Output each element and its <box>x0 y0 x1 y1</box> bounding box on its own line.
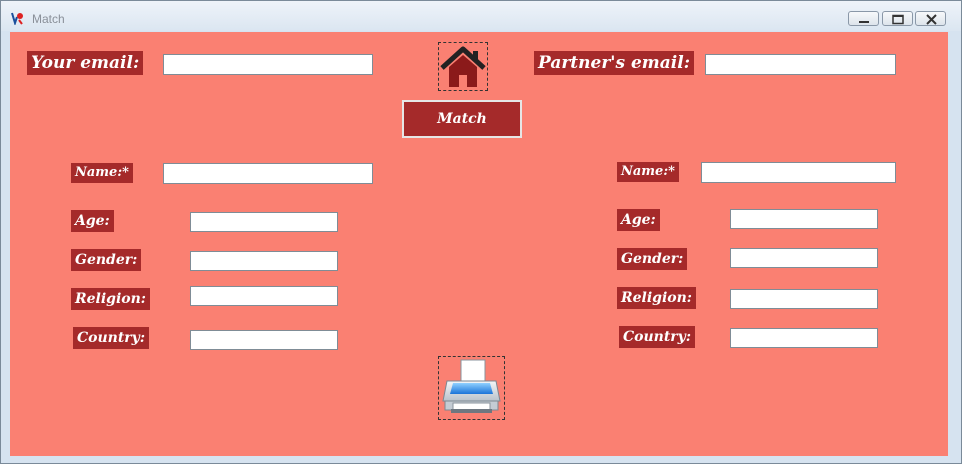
right-age-input[interactable] <box>730 209 878 229</box>
home-icon <box>440 46 486 87</box>
right-gender-input[interactable] <box>730 248 878 268</box>
right-age-label: Age: <box>617 209 660 231</box>
minimize-icon <box>859 21 869 23</box>
left-name-label: Name:* <box>71 163 133 183</box>
left-religion-input[interactable] <box>190 286 338 306</box>
close-icon <box>926 14 937 25</box>
maximize-icon <box>892 14 904 25</box>
left-name-input[interactable] <box>163 163 373 184</box>
window-title: Match <box>32 12 65 26</box>
app-icon <box>11 12 23 25</box>
minimize-button[interactable] <box>848 11 879 26</box>
left-country-input[interactable] <box>190 330 338 350</box>
right-country-input[interactable] <box>730 328 878 348</box>
right-country-label: Country: <box>619 326 695 348</box>
printer-icon <box>442 359 501 413</box>
partner-email-label: Partner's email: <box>534 51 694 75</box>
title-bar[interactable]: Match <box>1 1 961 31</box>
right-religion-input[interactable] <box>730 289 878 309</box>
right-name-label: Name:* <box>617 162 679 182</box>
match-form: Your email: Partner's email: Match Name:… <box>10 32 948 456</box>
match-window: Match Your email: Partner's email: Match… <box>0 0 962 464</box>
close-button[interactable] <box>915 11 946 26</box>
maximize-button[interactable] <box>882 11 913 26</box>
print-button[interactable] <box>438 356 505 420</box>
your-email-label: Your email: <box>27 51 144 75</box>
left-gender-input[interactable] <box>190 251 338 271</box>
left-gender-label: Gender: <box>71 249 142 271</box>
match-button[interactable]: Match <box>402 100 522 138</box>
left-age-label: Age: <box>71 210 114 232</box>
partner-email-input[interactable] <box>705 54 896 75</box>
your-email-input[interactable] <box>163 54 373 75</box>
right-gender-label: Gender: <box>617 248 688 270</box>
left-age-input[interactable] <box>190 212 338 232</box>
left-religion-label: Religion: <box>71 288 150 310</box>
right-religion-label: Religion: <box>617 287 696 309</box>
home-button[interactable] <box>438 42 488 91</box>
left-country-label: Country: <box>73 327 149 349</box>
right-name-input[interactable] <box>701 162 896 183</box>
